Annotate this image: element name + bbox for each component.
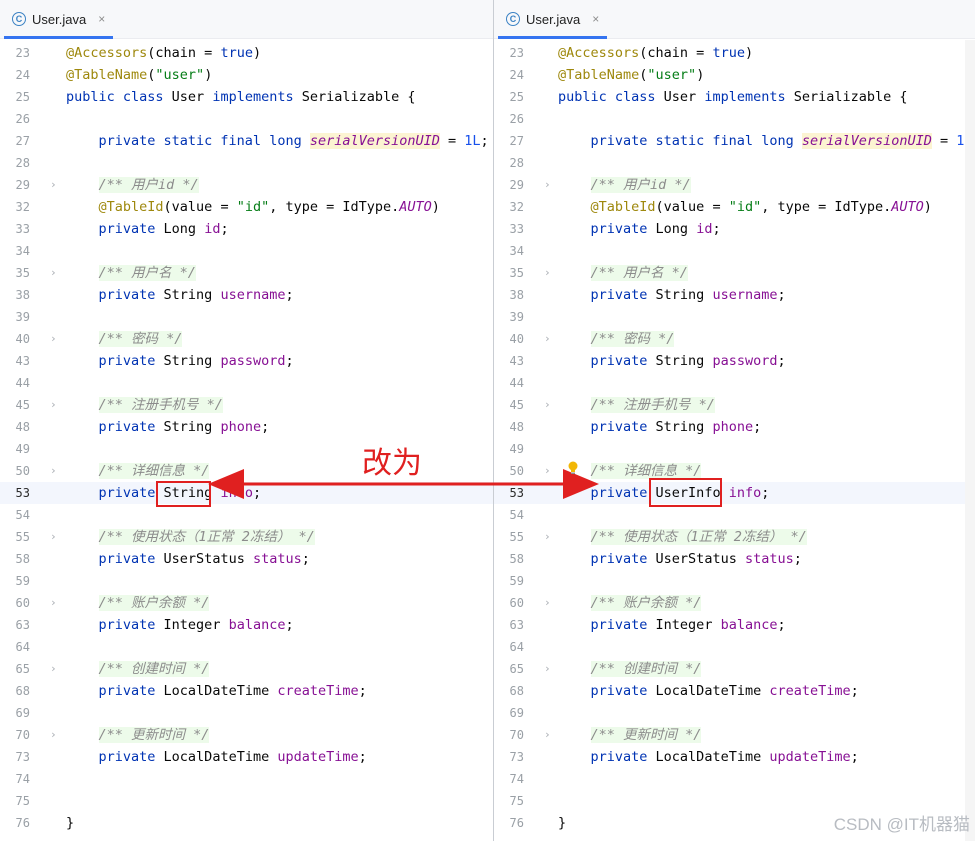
- watermark: CSDN @IT机器猫: [833, 815, 970, 834]
- lightbulb-icon[interactable]: [566, 460, 580, 476]
- change-annotation-label: 改为: [362, 447, 422, 480]
- double-arrow-icon: [208, 469, 599, 499]
